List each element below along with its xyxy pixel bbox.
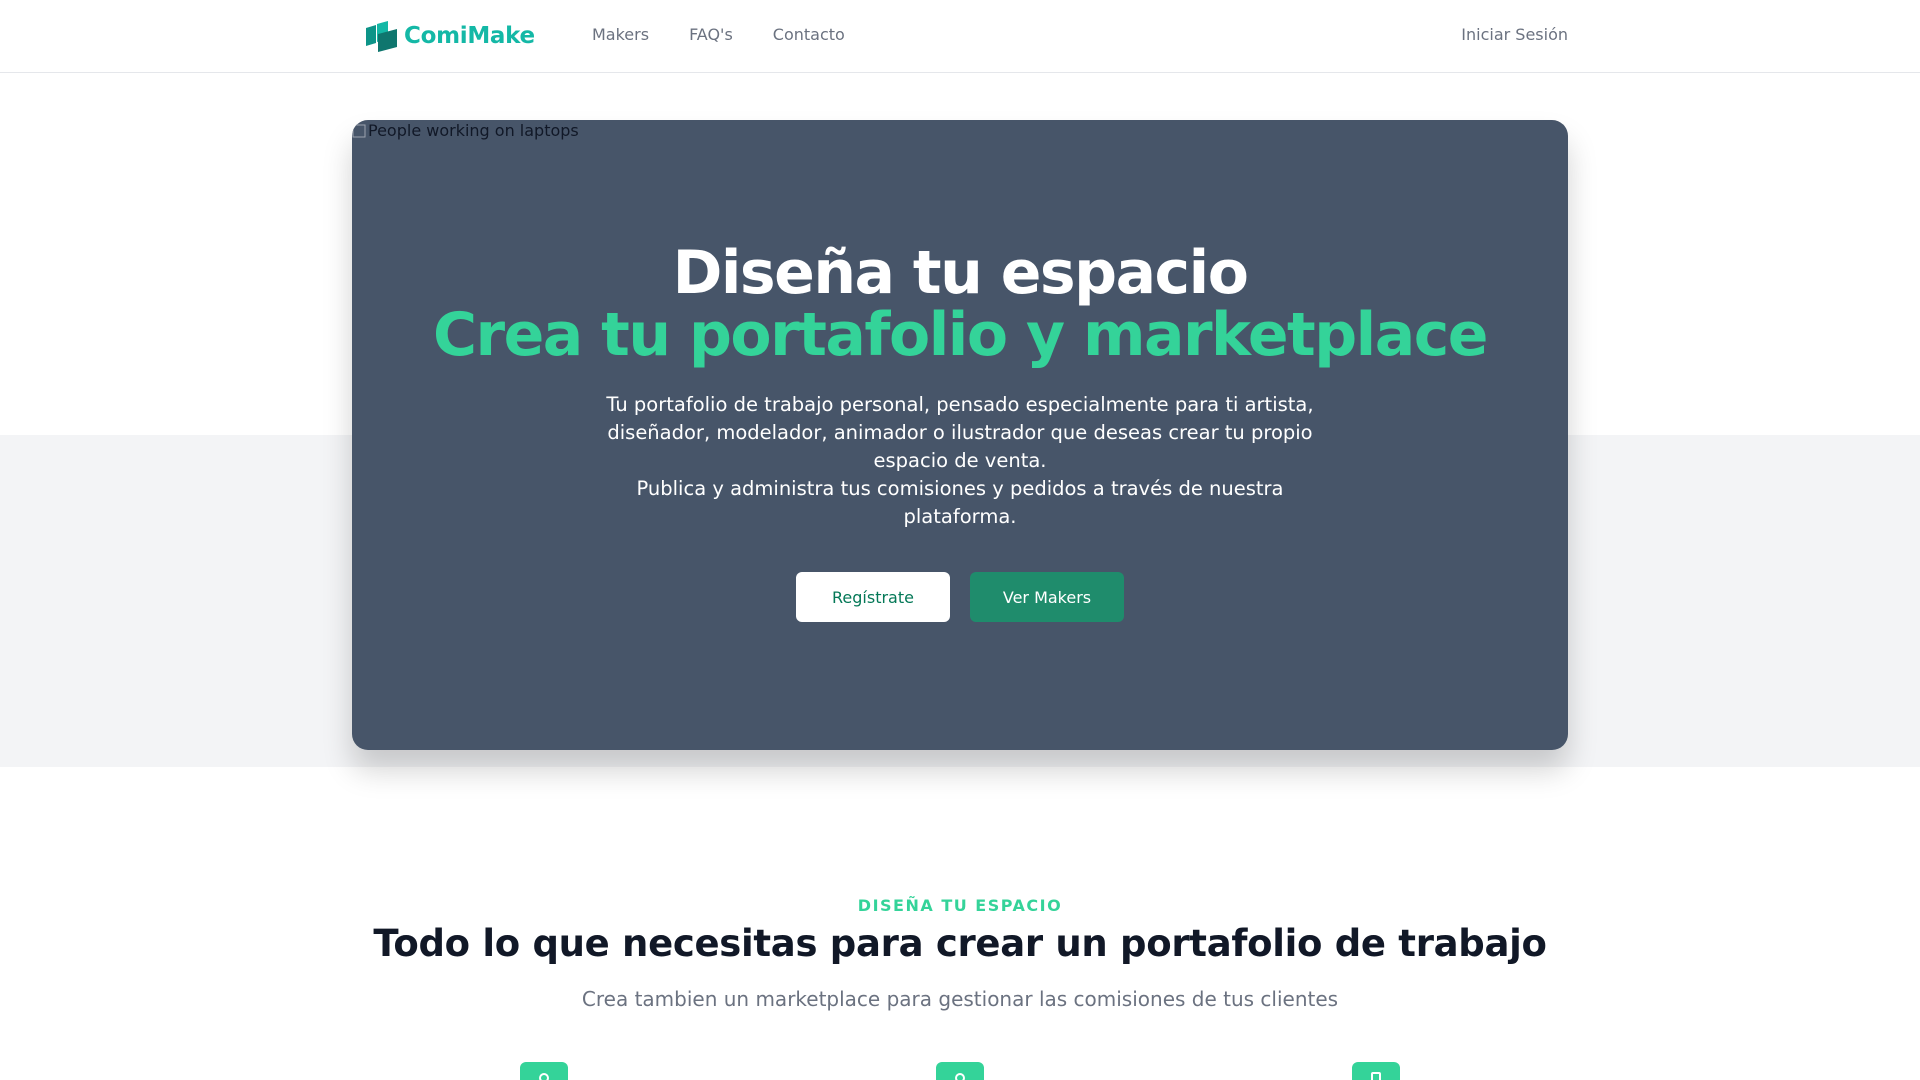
hero-description-p1: Tu portafolio de trabajo personal, pensa… bbox=[606, 393, 1314, 472]
feature-2-icon-box bbox=[936, 1062, 984, 1080]
hero-image-broken: People working on laptops bbox=[352, 121, 579, 140]
hero-description-p2: Publica y administra tus comisiones y pe… bbox=[636, 477, 1284, 528]
user-icon bbox=[955, 1073, 965, 1080]
signin-link[interactable]: Iniciar Sesión bbox=[1461, 25, 1568, 44]
hero-description: Tu portafolio de trabajo personal, pensa… bbox=[590, 391, 1330, 531]
broken-image-icon bbox=[352, 124, 366, 137]
hero-buttons: Regístrate Ver Makers bbox=[352, 572, 1568, 622]
feature-3-icon-box bbox=[1352, 1062, 1400, 1080]
hero-image-alt-text: People working on laptops bbox=[368, 121, 579, 140]
main-nav: Makers FAQ's Contacto bbox=[592, 25, 845, 44]
logo-link[interactable]: ComiMake bbox=[364, 20, 535, 52]
user-icon bbox=[539, 1073, 549, 1080]
features-subtitle: Crea tambien un marketplace para gestion… bbox=[581, 987, 1339, 1011]
logo-text: ComiMake bbox=[404, 23, 535, 49]
features-eyebrow: DISEÑA TU ESPACIO bbox=[857, 896, 1063, 915]
hero-title: Diseña tu espacio Crea tu portafolio y m… bbox=[352, 242, 1568, 366]
features-title: Todo lo que necesitas para crear un port… bbox=[373, 922, 1547, 965]
nav-makers[interactable]: Makers bbox=[592, 25, 649, 44]
hero-title-line2: Crea tu portafolio y marketplace bbox=[432, 300, 1489, 370]
document-icon bbox=[1371, 1072, 1381, 1080]
hero-card: People working on laptops Diseña tu espa… bbox=[352, 120, 1568, 750]
logo-icon bbox=[366, 21, 397, 52]
view-makers-button[interactable]: Ver Makers bbox=[970, 572, 1124, 622]
top-navbar: ComiMake Makers FAQ's Contacto Iniciar S… bbox=[0, 0, 1920, 73]
hero-title-line1: Diseña tu espacio bbox=[672, 238, 1249, 308]
nav-contacto[interactable]: Contacto bbox=[773, 25, 845, 44]
nav-faqs[interactable]: FAQ's bbox=[689, 25, 733, 44]
register-button[interactable]: Regístrate bbox=[796, 572, 950, 622]
feature-1-icon-box bbox=[520, 1062, 568, 1080]
